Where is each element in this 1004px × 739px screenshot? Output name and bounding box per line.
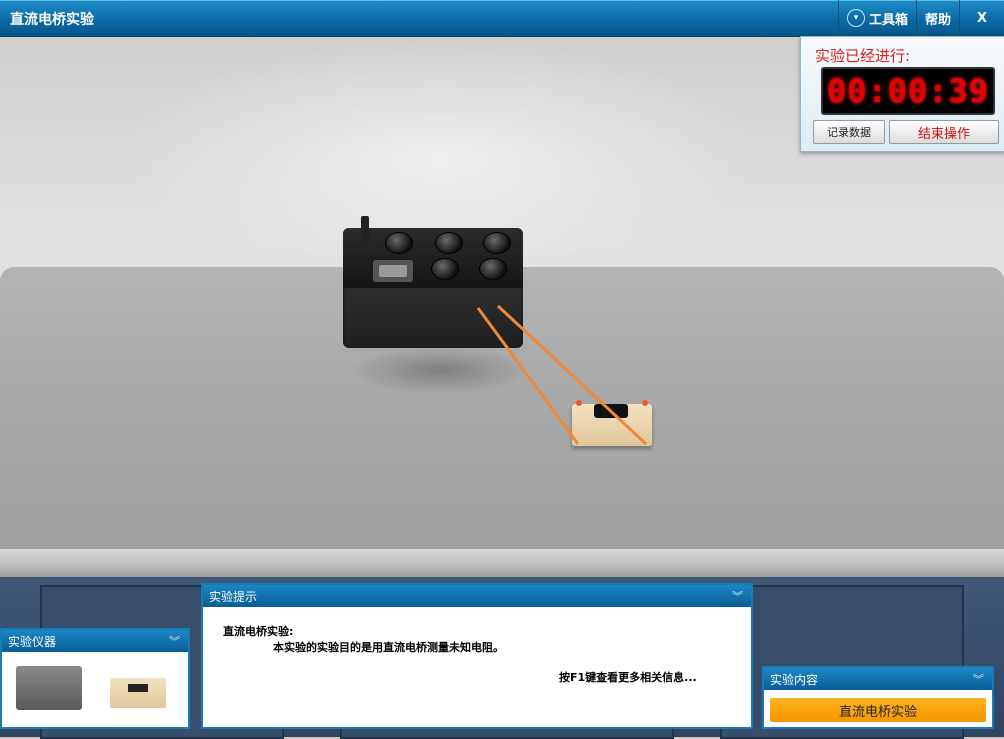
content-panel-title: 实验内容 [770, 672, 819, 687]
content-panel-header[interactable]: 实验内容 ︾ [764, 668, 992, 690]
timer-panel: 实验已经进行: 00:00:39 记录数据 结束操作 [800, 36, 1004, 152]
tips-panel-title: 实验提示 [209, 589, 258, 604]
wire[interactable] [476, 307, 580, 445]
tips-hint: 按F1键查看更多相关信息... [559, 671, 697, 684]
tips-description: 本实验的实验目的是用直流电桥测量未知电阻。 [273, 641, 504, 654]
timer-label: 实验已经进行: [815, 47, 911, 65]
tips-heading: 直流电桥实验: [223, 625, 294, 638]
double-chevron-icon[interactable]: ︾ [732, 588, 743, 604]
tips-panel: 实验提示 ︾ 直流电桥实验: 本实验的实验目的是用直流电桥测量未知电阻。 按F1… [201, 583, 753, 729]
instruments-panel: 实验仪器 ︾ [0, 628, 190, 729]
experiment-item-button[interactable]: 直流电桥实验 [770, 698, 986, 722]
resistor-board-thumbnail[interactable] [110, 678, 166, 708]
content-panel: 实验内容 ︾ 直流电桥实验 [762, 666, 994, 729]
instruments-panel-header[interactable]: 实验仪器 ︾ [2, 630, 188, 652]
timer-display: 00:00:39 [821, 67, 995, 115]
double-chevron-icon[interactable]: ︾ [169, 633, 180, 649]
tips-panel-header[interactable]: 实验提示 ︾ [203, 585, 751, 607]
record-data-button[interactable]: 记录数据 [813, 120, 885, 144]
wire[interactable] [496, 304, 648, 446]
instruments-panel-title: 实验仪器 [8, 634, 57, 649]
end-operation-button[interactable]: 结束操作 [889, 120, 999, 144]
resistance-box-thumbnail[interactable] [16, 666, 82, 710]
double-chevron-icon[interactable]: ︾ [973, 671, 984, 687]
